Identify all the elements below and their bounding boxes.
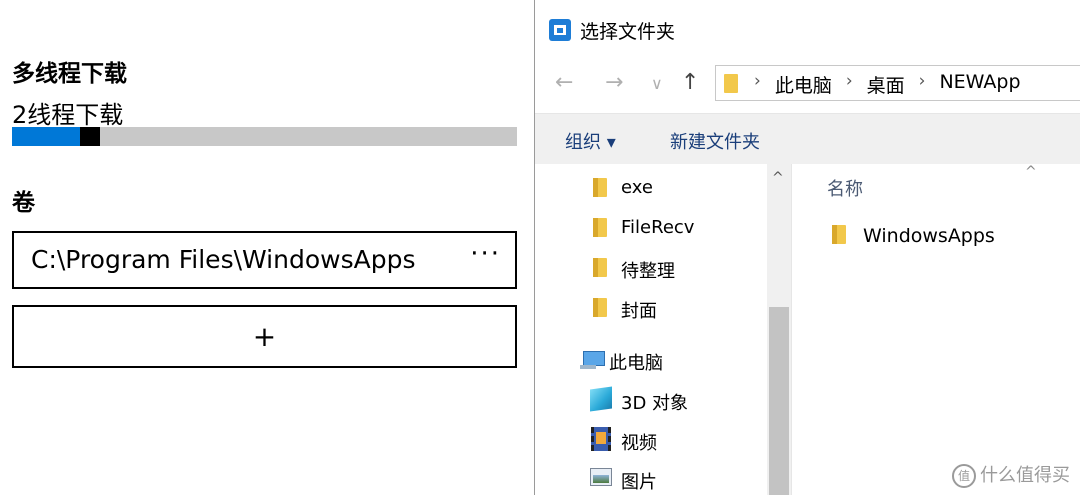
nav-item-exe[interactable]: exe <box>535 168 767 204</box>
breadcrumb: › 此电脑 › 桌面 › NEWApp <box>754 71 1021 98</box>
nav-item-to-organize[interactable]: 待整理 <box>535 248 767 284</box>
threads-label: 2线程下载 <box>12 101 124 129</box>
volume-path-field[interactable]: C:\Program Files\WindowsApps ··· <box>12 231 517 289</box>
breadcrumb-separator-icon: › <box>845 71 853 91</box>
scroll-up-chevron-icon[interactable]: ^ <box>772 170 784 186</box>
nav-item-cover[interactable]: 封面 <box>535 288 767 324</box>
navigation-pane: exe FileRecv 待整理 封面 此电脑 3D 对象 视频 图片 <box>535 164 767 495</box>
watermark-text: 什么值得买 <box>980 465 1070 486</box>
folder-icon <box>593 218 607 237</box>
dialog-title: 选择文件夹 <box>580 21 676 43</box>
breadcrumb-separator-icon: › <box>754 71 761 91</box>
nav-item-filerecv[interactable]: FileRecv <box>535 208 767 244</box>
nav-item-label: exe <box>621 177 653 198</box>
nav-item-label: 视频 <box>621 433 657 454</box>
forward-arrow-icon[interactable]: → <box>605 70 623 95</box>
up-arrow-icon[interactable]: ↑ <box>681 70 699 95</box>
folder-icon <box>593 258 607 277</box>
3d-objects-icon <box>590 386 612 412</box>
folder-icon <box>593 178 607 197</box>
folder-icon <box>832 225 846 244</box>
video-icon <box>591 427 611 451</box>
navigation-bar: ← → ∨ ↑ › 此电脑 › 桌面 › NEWApp <box>535 60 1080 110</box>
dialog-toolbar: 组织 ▾ 新建文件夹 <box>535 113 1080 165</box>
nav-item-label: 3D 对象 <box>621 393 689 414</box>
new-folder-button[interactable]: 新建文件夹 <box>670 128 760 154</box>
breadcrumb-newapp[interactable]: NEWApp <box>939 71 1020 98</box>
watermark-badge-icon: 值 <box>952 464 976 488</box>
volume-section-title: 卷 <box>12 190 35 216</box>
nav-item-videos[interactable]: 视频 <box>535 420 767 456</box>
settings-panel: 多线程下载 2线程下载 卷 C:\Program Files\WindowsAp… <box>0 0 530 495</box>
computer-icon <box>580 351 605 369</box>
nav-item-label: 封面 <box>621 301 657 322</box>
column-header-name[interactable]: 名称 <box>827 175 863 201</box>
dialog-titlebar: 选择文件夹 <box>535 0 1080 60</box>
scrollbar-thumb[interactable] <box>769 307 789 495</box>
folder-picker-dialog: 选择文件夹 ← → ∨ ↑ › 此电脑 › 桌面 › NEWApp 组织 ▾ 新… <box>534 0 1080 495</box>
store-app-icon <box>549 19 571 41</box>
threads-slider-thumb[interactable] <box>80 127 100 146</box>
pictures-icon <box>590 468 612 486</box>
sort-chevron-icon: ^ <box>1025 164 1037 180</box>
nav-item-pictures[interactable]: 图片 <box>535 459 767 495</box>
organize-menu-button[interactable]: 组织 ▾ <box>565 128 616 154</box>
threads-slider[interactable] <box>12 127 517 146</box>
volume-path-text: C:\Program Files\WindowsApps <box>31 245 416 274</box>
breadcrumb-this-pc[interactable]: 此电脑 <box>775 71 832 98</box>
folder-icon <box>593 298 607 317</box>
file-name: WindowsApps <box>863 225 995 247</box>
navigation-scrollbar[interactable]: ^ <box>767 164 791 495</box>
more-options-button[interactable]: ··· <box>470 239 501 269</box>
address-bar[interactable]: › 此电脑 › 桌面 › NEWApp <box>715 65 1080 101</box>
watermark: 值什么值得买 <box>952 461 1070 488</box>
nav-item-label: 图片 <box>621 472 657 493</box>
add-volume-button[interactable]: + <box>12 305 517 368</box>
breadcrumb-separator-icon: › <box>918 71 926 91</box>
download-section-title: 多线程下载 <box>12 61 127 87</box>
nav-item-label: 此电脑 <box>609 353 663 374</box>
recent-locations-chevron-icon[interactable]: ∨ <box>651 74 663 93</box>
nav-item-3d-objects[interactable]: 3D 对象 <box>535 380 767 416</box>
back-arrow-icon[interactable]: ← <box>555 70 573 95</box>
threads-slider-fill <box>12 127 80 146</box>
content-pane: 名称 ^ WindowsApps <box>791 164 1080 495</box>
folder-icon <box>724 74 738 93</box>
nav-item-label: 待整理 <box>621 261 675 282</box>
breadcrumb-desktop[interactable]: 桌面 <box>867 71 905 98</box>
nav-item-this-pc[interactable]: 此电脑 <box>535 340 767 376</box>
nav-item-label: FileRecv <box>621 217 695 238</box>
